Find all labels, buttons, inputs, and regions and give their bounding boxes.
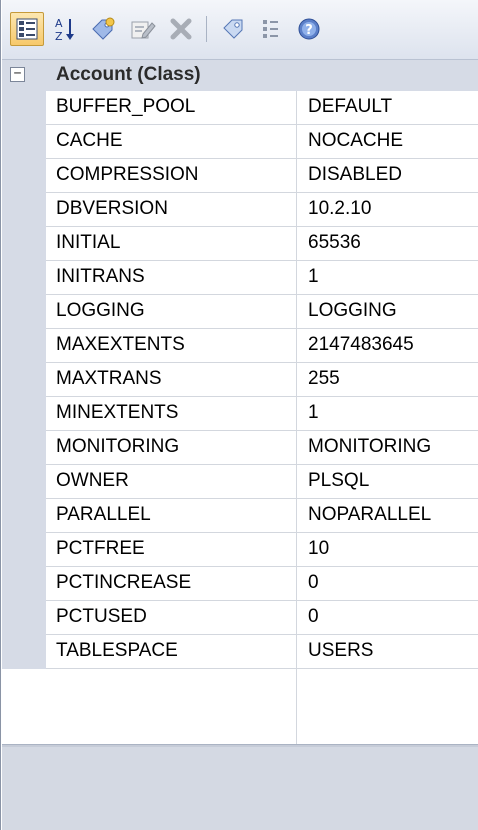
property-name: OWNER xyxy=(56,470,129,491)
property-value[interactable]: NOPARALLEL xyxy=(308,504,431,526)
property-value[interactable]: DEFAULT xyxy=(308,96,392,118)
property-value[interactable]: DISABLED xyxy=(308,164,402,186)
property-row[interactable]: INITIAL 65536 xyxy=(46,227,478,261)
property-value[interactable]: 255 xyxy=(308,368,340,390)
property-name: LOGGING xyxy=(56,300,145,321)
category-row[interactable]: − Account (Class) xyxy=(2,60,478,91)
property-value[interactable]: MONITORING xyxy=(308,436,431,458)
sort-alpha-icon: A Z xyxy=(55,17,74,42)
help-icon: ? xyxy=(298,18,320,40)
property-name: PCTINCREASE xyxy=(56,572,192,593)
property-row[interactable]: DBVERSION 10.2.10 xyxy=(46,193,478,227)
categorized-icon xyxy=(16,18,38,40)
property-name: PCTFREE xyxy=(56,538,145,559)
property-value[interactable]: USERS xyxy=(308,640,373,662)
edit-icon xyxy=(131,21,156,39)
property-value[interactable]: 10.2.10 xyxy=(308,198,371,220)
property-row[interactable]: OWNER PLSQL xyxy=(46,465,478,499)
property-name: INITIAL xyxy=(56,232,121,253)
property-name: INITRANS xyxy=(56,266,145,287)
property-row[interactable]: MONITORING MONITORING xyxy=(46,431,478,465)
svg-text:A: A xyxy=(55,17,63,30)
property-row[interactable]: MINEXTENTS 1 xyxy=(46,397,478,431)
property-name: MONITORING xyxy=(56,436,180,457)
delete-icon xyxy=(170,18,192,40)
property-value[interactable]: 65536 xyxy=(308,232,361,254)
property-row[interactable]: MAXEXTENTS 2147483645 xyxy=(46,329,478,363)
tag-button[interactable] xyxy=(216,12,250,46)
property-row[interactable]: INITRANS 1 xyxy=(46,261,478,295)
tag-icon xyxy=(223,19,243,39)
edit-button[interactable] xyxy=(126,12,160,46)
categorized-button[interactable] xyxy=(10,12,44,46)
property-row[interactable]: LOGGING LOGGING xyxy=(46,295,478,329)
delete-button[interactable] xyxy=(164,12,198,46)
property-row[interactable]: MAXTRANS 255 xyxy=(46,363,478,397)
property-name: MAXEXTENTS xyxy=(56,334,185,355)
filter-button[interactable] xyxy=(254,12,288,46)
property-value[interactable]: 2147483645 xyxy=(308,334,414,356)
category-label: Account (Class) xyxy=(56,64,201,85)
filter-icon xyxy=(263,20,278,38)
property-name: DBVERSION xyxy=(56,198,168,219)
property-row[interactable]: CACHE NOCACHE xyxy=(46,125,478,159)
property-value[interactable]: PLSQL xyxy=(308,470,369,492)
property-row[interactable]: PCTUSED 0 xyxy=(46,601,478,635)
property-row[interactable]: PARALLEL NOPARALLEL xyxy=(46,499,478,533)
property-value[interactable]: 1 xyxy=(308,402,319,424)
property-value[interactable]: 0 xyxy=(308,606,319,628)
property-name: PCTUSED xyxy=(56,606,147,627)
alphabetical-button[interactable]: A Z xyxy=(48,12,82,46)
property-row[interactable]: BUFFER_POOL DEFAULT xyxy=(46,91,478,125)
property-value[interactable]: NOCACHE xyxy=(308,130,403,152)
svg-text:?: ? xyxy=(305,23,313,38)
empty-row xyxy=(2,684,478,744)
property-name: MINEXTENTS xyxy=(56,402,179,423)
property-name: BUFFER_POOL xyxy=(56,96,196,117)
property-value[interactable]: 10 xyxy=(308,538,329,560)
property-row[interactable]: COMPRESSION DISABLED xyxy=(46,159,478,193)
new-tagged-value-icon xyxy=(92,17,115,40)
property-row[interactable]: PCTFREE 10 xyxy=(46,533,478,567)
properties-panel: A Z ? − Account (Class) BUFFER_POOL DEFA… xyxy=(0,0,478,830)
svg-text:Z: Z xyxy=(55,30,63,42)
property-name: PARALLEL xyxy=(56,504,151,525)
help-button[interactable]: ? xyxy=(292,12,326,46)
grid-gutter xyxy=(2,91,46,669)
toolbar-separator xyxy=(206,16,207,42)
new-tagged-value-button[interactable] xyxy=(86,12,120,46)
property-row[interactable]: TABLESPACE USERS xyxy=(46,635,478,669)
description-pane xyxy=(2,747,478,830)
property-row[interactable]: PCTINCREASE 0 xyxy=(46,567,478,601)
property-name: COMPRESSION xyxy=(56,164,199,185)
property-name: CACHE xyxy=(56,130,123,151)
toolbar: A Z ? xyxy=(2,0,478,60)
column-divider[interactable] xyxy=(296,91,297,744)
property-name: MAXTRANS xyxy=(56,368,162,389)
property-value[interactable]: 1 xyxy=(308,266,319,288)
property-value[interactable]: LOGGING xyxy=(308,300,397,322)
collapse-toggle[interactable]: − xyxy=(10,67,25,82)
property-value[interactable]: 0 xyxy=(308,572,319,594)
property-name: TABLESPACE xyxy=(56,640,178,661)
